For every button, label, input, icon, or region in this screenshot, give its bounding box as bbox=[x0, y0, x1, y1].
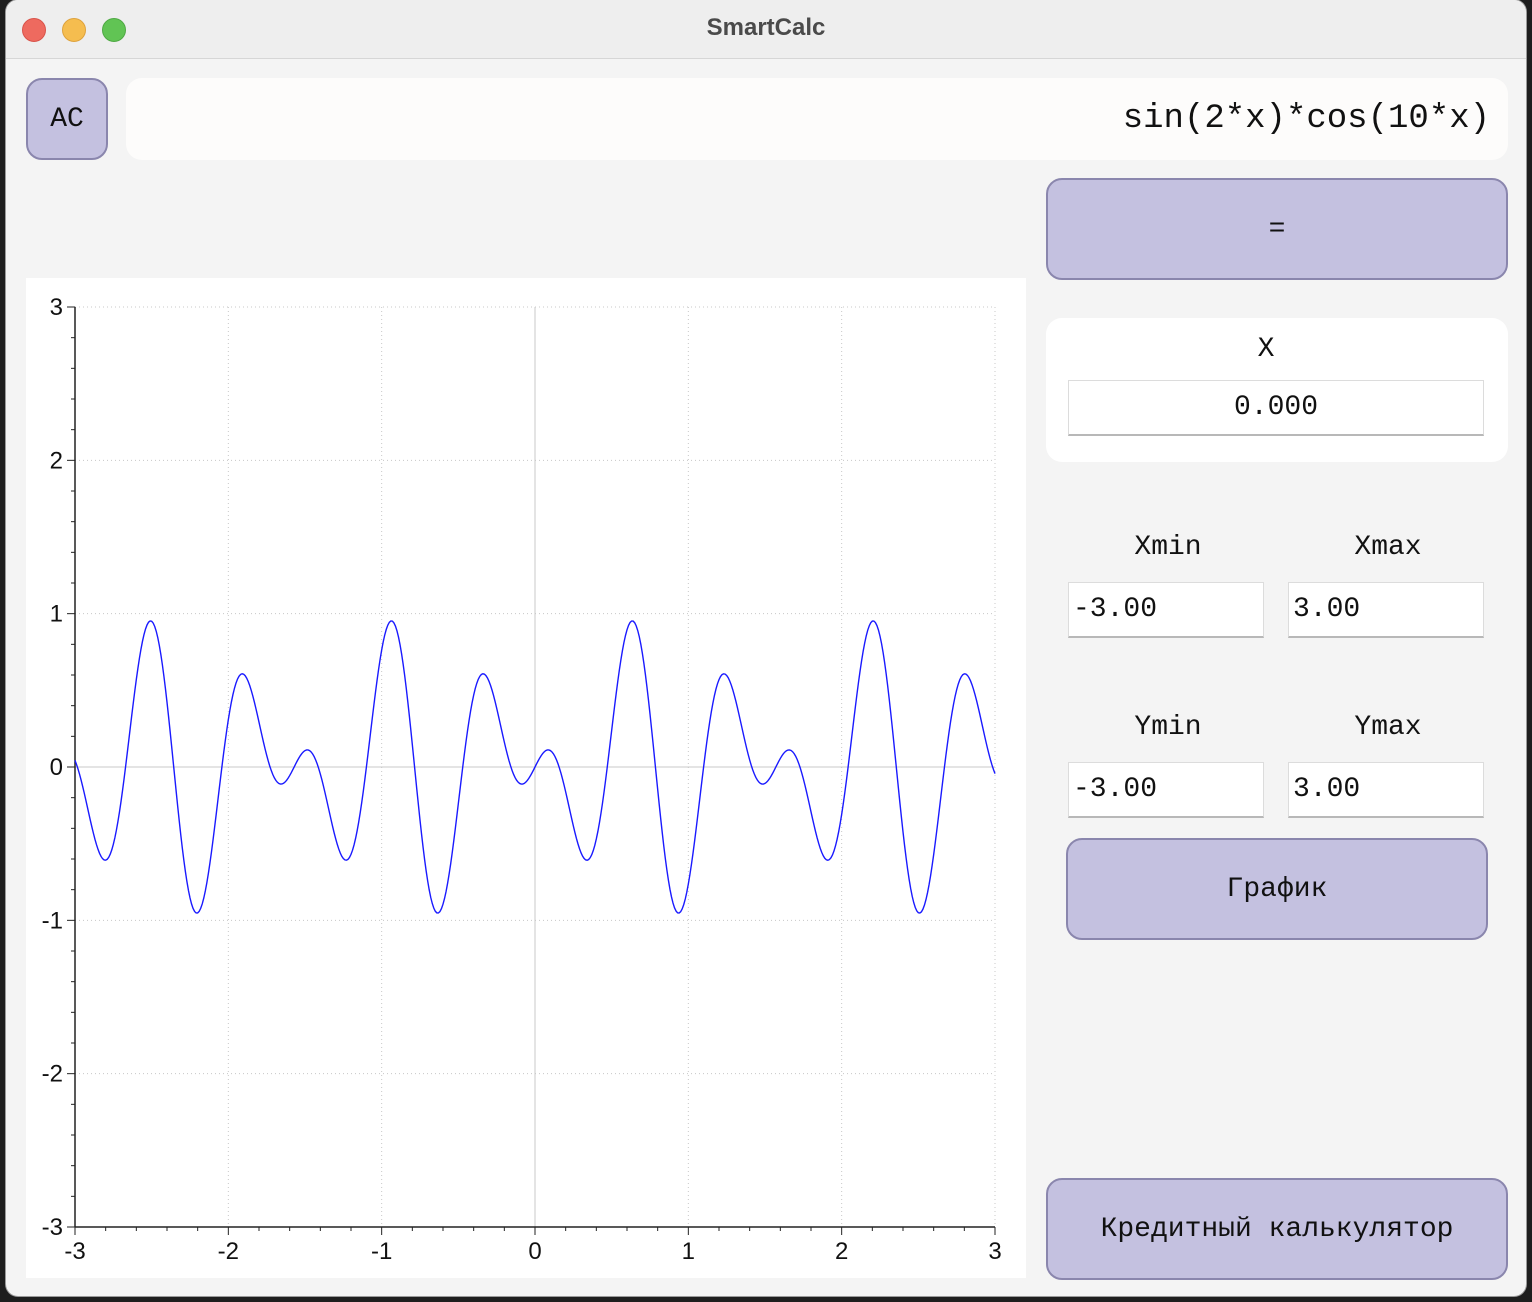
plot-graph-button[interactable]: График bbox=[1066, 838, 1488, 940]
x-tick-label: 1 bbox=[682, 1238, 695, 1265]
x-tick-label: -1 bbox=[371, 1238, 392, 1265]
y-tick-label: 1 bbox=[50, 601, 63, 628]
credit-calculator-button[interactable]: Кредитный калькулятор bbox=[1046, 1178, 1508, 1280]
app-window: SmartCalc AC sin(2*x)*cos(10*x) = -3 -2 -1… bbox=[6, 0, 1526, 1296]
x-tick-label: 0 bbox=[528, 1238, 541, 1265]
ymax-input[interactable]: 3.00 bbox=[1288, 762, 1484, 818]
graph-svg: -3 -2 -1 0 1 2 3 -3 -2 -1 0 1 2 3 bbox=[42, 294, 1002, 1265]
equals-button[interactable]: = bbox=[1046, 178, 1508, 280]
ymin-input[interactable]: -3.00 bbox=[1068, 762, 1264, 818]
y-tick-label: -2 bbox=[42, 1061, 63, 1088]
window-title: SmartCalc bbox=[706, 14, 826, 41]
x-value-panel: X 0.000 bbox=[1046, 318, 1508, 462]
y-tick-labels: -3 -2 -1 0 1 2 3 bbox=[42, 294, 63, 1241]
y-tick-label: 3 bbox=[50, 294, 63, 321]
xmin-label: Xmin bbox=[1134, 532, 1202, 563]
xmax-label: Xmax bbox=[1354, 532, 1422, 563]
y-tick-label: -1 bbox=[42, 907, 63, 934]
y-tick-label: 2 bbox=[50, 447, 63, 474]
x-tick-labels: -3 -2 -1 0 1 2 3 bbox=[64, 1238, 1001, 1265]
clear-button[interactable]: AC bbox=[26, 78, 108, 160]
x-tick-label: 3 bbox=[988, 1238, 1001, 1265]
axes bbox=[67, 306, 996, 1235]
expression-input[interactable]: sin(2*x)*cos(10*x) bbox=[126, 78, 1508, 160]
graph-plot: -3 -2 -1 0 1 2 3 -3 -2 -1 0 1 2 3 bbox=[26, 278, 1026, 1278]
y-tick-label: -3 bbox=[42, 1214, 63, 1241]
x-tick-label: -2 bbox=[218, 1238, 239, 1265]
title-bar: SmartCalc bbox=[6, 0, 1526, 59]
y-tick-label: 0 bbox=[50, 754, 63, 781]
ymin-label: Ymin bbox=[1134, 712, 1202, 743]
x-value-input[interactable]: 0.000 bbox=[1068, 380, 1484, 436]
expression-text: sin(2*x)*cos(10*x) bbox=[1122, 100, 1490, 138]
x-label: X bbox=[1257, 334, 1275, 365]
xmax-input[interactable]: 3.00 bbox=[1288, 582, 1484, 638]
x-tick-label: 2 bbox=[835, 1238, 848, 1265]
ymax-label: Ymax bbox=[1354, 712, 1422, 743]
x-tick-label: -3 bbox=[64, 1238, 85, 1265]
xmin-input[interactable]: -3.00 bbox=[1068, 582, 1264, 638]
